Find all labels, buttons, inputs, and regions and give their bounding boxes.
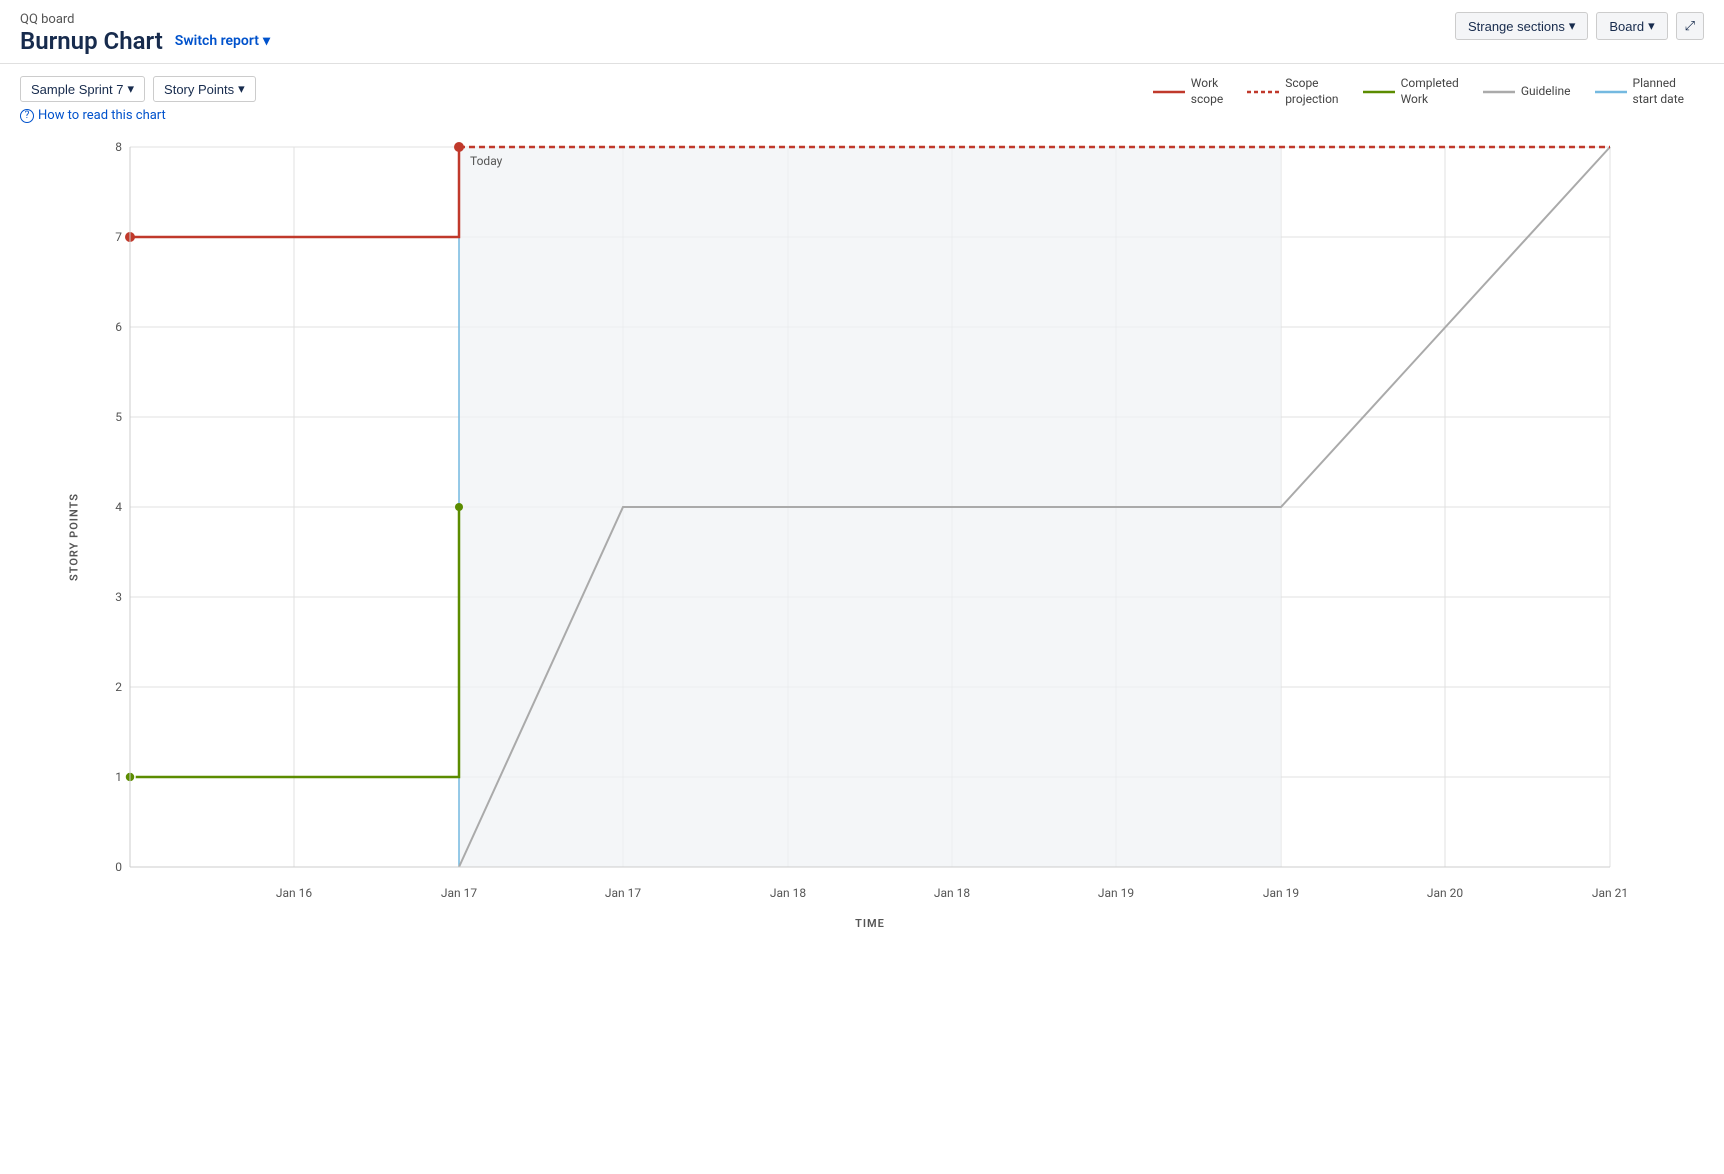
page-header: QQ board Burnup Chart Switch report ▾ St… xyxy=(0,0,1724,64)
chevron-down-icon: ▾ xyxy=(128,81,135,97)
svg-text:Jan 17: Jan 17 xyxy=(605,886,641,900)
chart-container: STORY POINTS 0 1 2 xyxy=(0,127,1724,967)
burnup-chart: 0 1 2 3 4 5 6 7 8 Jan 16 Jan 17 Jan 17 J… xyxy=(70,127,1650,947)
svg-text:8: 8 xyxy=(115,140,122,154)
toolbar-left: Sample Sprint 7 ▾ Story Points ▾ ? How t… xyxy=(20,76,256,123)
work-scope-legend-icon xyxy=(1153,85,1185,99)
page-title: Burnup Chart xyxy=(20,27,163,55)
svg-text:4: 4 xyxy=(115,500,122,514)
completed-work-legend-icon xyxy=(1363,85,1395,99)
svg-text:Jan 21: Jan 21 xyxy=(1592,886,1628,900)
svg-text:2: 2 xyxy=(115,680,122,694)
svg-text:6: 6 xyxy=(115,320,122,334)
legend-scope-projection: Scopeprojection xyxy=(1247,76,1338,107)
legend-work-scope: Workscope xyxy=(1153,76,1223,107)
svg-text:Jan 19: Jan 19 xyxy=(1098,886,1134,900)
legend-planned-start: Plannedstart date xyxy=(1595,76,1685,107)
legend-guideline: Guideline xyxy=(1483,84,1571,100)
sprint-select[interactable]: Sample Sprint 7 ▾ xyxy=(20,76,145,102)
svg-text:Jan 19: Jan 19 xyxy=(1263,886,1299,900)
svg-text:1: 1 xyxy=(115,770,122,784)
scope-projection-legend-icon xyxy=(1247,85,1279,99)
board-label: QQ board xyxy=(20,12,270,27)
today-label: Today xyxy=(470,154,503,168)
chevron-down-icon: ▾ xyxy=(1569,18,1576,34)
svg-text:Jan 20: Jan 20 xyxy=(1427,886,1463,900)
how-to-read-button[interactable]: ? How to read this chart xyxy=(20,108,256,123)
guideline-legend-icon xyxy=(1483,85,1515,99)
svg-text:7: 7 xyxy=(115,230,122,244)
toolbar-selects: Sample Sprint 7 ▾ Story Points ▾ xyxy=(20,76,256,102)
points-select[interactable]: Story Points ▾ xyxy=(153,76,256,102)
svg-text:Jan 16: Jan 16 xyxy=(276,886,312,900)
chart-legend: Workscope Scopeprojection CompletedWork … xyxy=(1153,76,1704,107)
switch-report-button[interactable]: Switch report ▾ xyxy=(175,33,270,49)
chevron-down-icon: ▾ xyxy=(238,81,245,97)
svg-text:Jan 18: Jan 18 xyxy=(934,886,970,900)
strange-sections-button[interactable]: Strange sections ▾ xyxy=(1455,12,1588,40)
chevron-down-icon: ▾ xyxy=(1648,18,1655,34)
header-left: QQ board Burnup Chart Switch report ▾ xyxy=(20,12,270,55)
expand-button[interactable]: ⤢ xyxy=(1676,12,1704,40)
svg-text:3: 3 xyxy=(115,590,122,604)
svg-text:Jan 18: Jan 18 xyxy=(770,886,806,900)
svg-text:0: 0 xyxy=(115,860,122,874)
svg-text:5: 5 xyxy=(115,410,122,424)
expand-icon: ⤢ xyxy=(1685,18,1695,33)
chart-area: STORY POINTS 0 1 2 xyxy=(70,127,1704,947)
toolbar: Sample Sprint 7 ▾ Story Points ▾ ? How t… xyxy=(0,64,1724,127)
board-button[interactable]: Board ▾ xyxy=(1596,12,1667,40)
page-title-group: Burnup Chart Switch report ▾ xyxy=(20,27,270,55)
svg-text:Jan 17: Jan 17 xyxy=(441,886,477,900)
x-axis-label: TIME xyxy=(855,917,885,930)
question-icon: ? xyxy=(20,109,34,123)
completed-work-top-dot xyxy=(455,503,463,511)
legend-completed-work: CompletedWork xyxy=(1363,76,1459,107)
y-axis-label: STORY POINTS xyxy=(67,493,80,581)
planned-start-legend-icon xyxy=(1595,85,1627,99)
header-right: Strange sections ▾ Board ▾ ⤢ xyxy=(1455,12,1704,40)
chevron-down-icon: ▾ xyxy=(263,33,270,49)
